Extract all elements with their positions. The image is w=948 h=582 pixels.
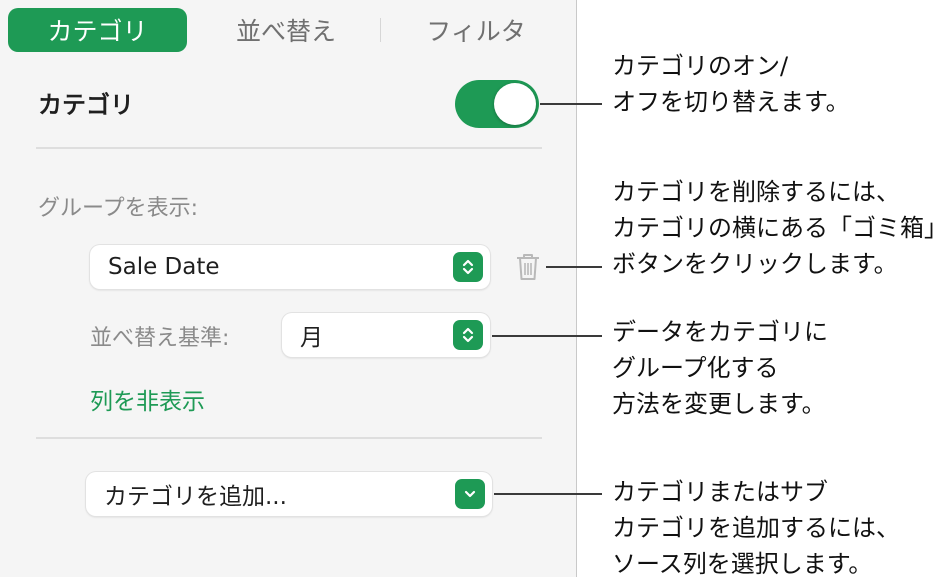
tab-category[interactable]: カテゴリ	[8, 8, 187, 52]
callout-sort-line1: データをカテゴリに	[612, 318, 828, 346]
callout-add-line2: カテゴリを追加するには、	[612, 514, 900, 542]
tab-separator	[380, 18, 381, 42]
tab-sort[interactable]: 並べ替え	[196, 8, 376, 52]
chevron-updown-icon	[453, 320, 483, 350]
category-toggle[interactable]	[455, 80, 539, 128]
callout-add-line1: カテゴリまたはサブ	[612, 478, 828, 506]
callout-toggle: カテゴリのオン/ オフを切り替えます。	[612, 48, 850, 120]
tab-bar: カテゴリ 並べ替え フィルタ	[0, 0, 576, 62]
toggle-knob	[494, 83, 536, 125]
group-by-value: Sale Date	[108, 254, 220, 280]
chevron-updown-icon	[453, 252, 483, 282]
callout-toggle-line1: カテゴリのオン/	[612, 52, 789, 80]
tab-filter[interactable]: フィルタ	[384, 8, 568, 52]
callout-sort-line3: 方法を変更します。	[612, 390, 826, 418]
organize-panel: カテゴリ 並べ替え フィルタ カテゴリ グループを表示: Sale Date 並…	[0, 0, 577, 577]
sort-by-select[interactable]: 月	[282, 313, 490, 357]
sort-by-value: 月	[300, 325, 323, 351]
chevron-down-icon	[455, 479, 485, 509]
divider-top	[36, 147, 542, 149]
callout-line-sort	[492, 335, 602, 337]
callout-trash-line2: カテゴリの横にある「ゴミ箱」	[612, 214, 948, 242]
callout-trash: カテゴリを削除するには、 カテゴリの横にある「ゴミ箱」 ボタンをクリックします。	[612, 174, 948, 282]
divider-bottom	[36, 437, 542, 439]
callout-line-add	[494, 493, 602, 495]
callout-sort-line2: グループ化する	[612, 354, 779, 382]
callout-toggle-line2: オフを切り替えます。	[612, 88, 850, 116]
category-title: カテゴリ	[38, 91, 134, 119]
trash-icon[interactable]	[514, 252, 542, 282]
hide-column-link[interactable]: 列を非表示	[90, 382, 205, 416]
callout-line-trash	[546, 266, 602, 268]
callout-trash-line1: カテゴリを削除するには、	[612, 178, 900, 206]
sort-by-label: 並べ替え基準:	[90, 326, 230, 351]
add-category-select[interactable]: カテゴリを追加...	[86, 472, 492, 516]
add-category-label: カテゴリを追加...	[104, 484, 287, 510]
group-by-select[interactable]: Sale Date	[90, 245, 490, 289]
callout-line-toggle	[540, 103, 602, 105]
callout-sort: データをカテゴリに グループ化する 方法を変更します。	[612, 314, 828, 422]
callout-add: カテゴリまたはサブ カテゴリを追加するには、 ソース列を選択します。	[612, 474, 900, 582]
group-by-label: グループを表示:	[38, 196, 199, 221]
callout-trash-line3: ボタンをクリックします。	[612, 250, 898, 278]
